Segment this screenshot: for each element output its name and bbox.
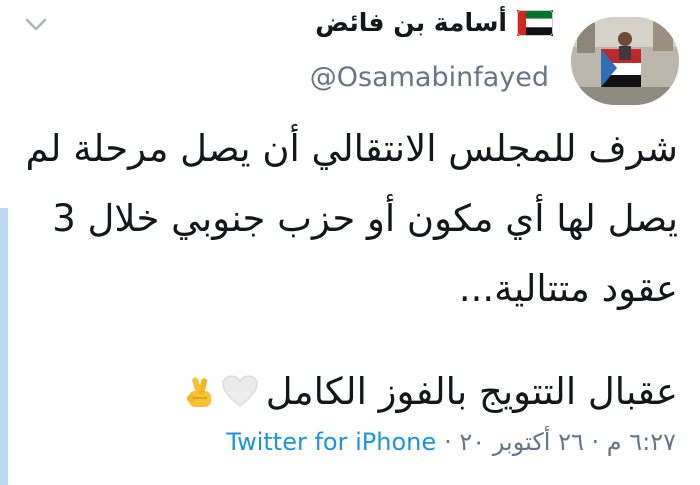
- uae-flag-icon: [517, 9, 553, 36]
- display-name[interactable]: أسامة بن فائض: [315, 8, 507, 37]
- emoji-group: [184, 374, 258, 410]
- tweet-text-line-1: شرف للمجلس الانتقالي أن يصل مرحلة لم: [25, 127, 678, 170]
- scroll-indicator: [0, 208, 8, 485]
- tweet-text-line-4-text: عقبال التتويج بالفوز الكامل: [265, 370, 678, 413]
- tweet-text-line-4: عقبال التتويج بالفوز الكامل: [184, 370, 678, 414]
- source-link[interactable]: Twitter for iPhone: [226, 428, 436, 456]
- tweet-text-line-2: يصل لها أي مكون أو حزب جنوبي خلال 3: [52, 197, 678, 240]
- white-heart-icon: [222, 375, 258, 407]
- username-handle[interactable]: @Osamabinfayed: [310, 62, 549, 93]
- author-header[interactable]: أسامة بن فائض: [315, 8, 553, 37]
- tweet-text-line-3: عقود متتالية...: [458, 267, 678, 310]
- crossed-fingers-icon: [186, 377, 211, 407]
- timestamp[interactable]: ٦:٢٧ م · ٢٦ أكتوبر ٢٠ ·: [444, 428, 676, 456]
- tweet-meta: ٦:٢٧ م · ٢٦ أكتوبر ٢٠ · Twitter for iPho…: [226, 428, 676, 456]
- avatar[interactable]: [571, 17, 679, 105]
- chevron-down-icon[interactable]: [20, 12, 52, 38]
